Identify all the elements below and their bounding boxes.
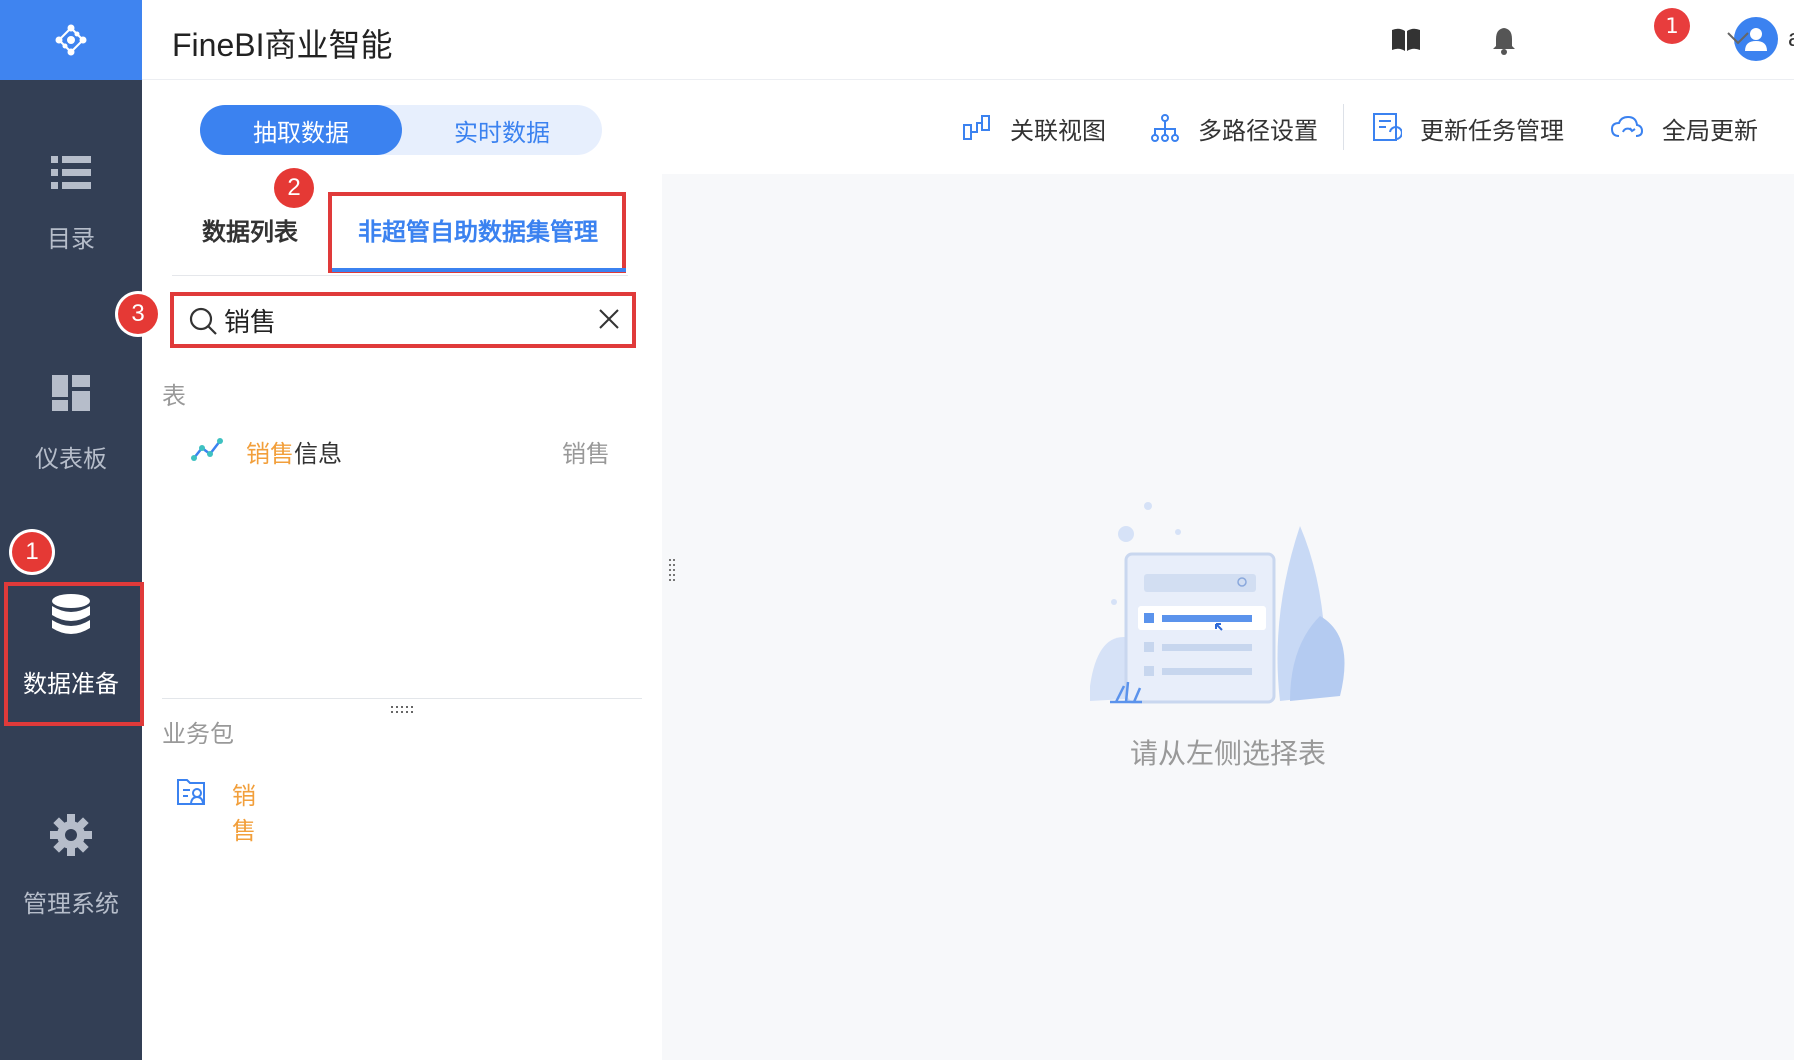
sidebar-item-label: 目录	[47, 225, 95, 253]
tables-section-label: 表	[162, 382, 186, 410]
chevron-down-icon[interactable]	[1726, 30, 1750, 46]
task-refresh-icon	[1373, 113, 1402, 141]
sidebar-item-dashboard[interactable]: 仪表板	[0, 375, 142, 474]
table-package-tag: 销售	[562, 440, 610, 468]
tab-realtime-data[interactable]: 实时数据	[402, 105, 602, 155]
sidebar-item-label: 仪表板	[35, 445, 107, 473]
relation-view-label: 关联视图	[1010, 116, 1106, 145]
section-divider	[162, 698, 642, 699]
table-name-rest: 信息	[294, 440, 342, 468]
multipath-button[interactable]: 多路径设置	[1150, 106, 1318, 150]
tab-self-service-manage[interactable]: 非超管自助数据集管理	[358, 212, 598, 247]
relation-view-button[interactable]: 关联视图	[962, 106, 1106, 150]
username[interactable]: admin	[1788, 25, 1794, 53]
step-marker-2: 2	[274, 168, 314, 208]
update-tasks-label: 更新任务管理	[1420, 116, 1564, 145]
step-marker-3: 3	[118, 294, 158, 334]
table-name: 销售信息	[246, 434, 342, 469]
tab-extract-data[interactable]: 抽取数据	[200, 105, 402, 155]
panel-resize-handle-icon[interactable]	[668, 558, 676, 582]
search-icon	[189, 307, 217, 335]
tab-data-list[interactable]: 数据列表	[202, 212, 298, 247]
table-name-match: 销售	[246, 440, 294, 468]
subtabs-baseline	[172, 275, 628, 276]
header: FineBI商业智能 1 admin	[142, 0, 1794, 80]
search-box	[170, 292, 636, 348]
table-list-item[interactable]: 销售信息 销售	[190, 432, 620, 470]
search-input[interactable]	[224, 302, 574, 338]
dashboard-icon	[52, 375, 90, 411]
packages-section-label: 业务包	[162, 720, 234, 748]
highlight-box-nav	[4, 582, 144, 726]
resize-handle-icon[interactable]	[390, 705, 416, 715]
active-tab-underline	[332, 268, 626, 272]
hierarchy-icon	[1151, 114, 1179, 142]
notification-badge: 1	[1654, 8, 1690, 44]
relation-view-icon	[963, 115, 990, 140]
empty-state-text: 请从左侧选择表	[1130, 737, 1327, 770]
cloud-refresh-icon	[1610, 115, 1644, 137]
toolbar-divider	[1343, 104, 1344, 150]
business-package-icon	[177, 779, 205, 805]
line-chart-icon	[191, 438, 223, 461]
sidebar: 目录 仪表板 数据准备 管理系统	[0, 0, 142, 1060]
data-mode-toggle: 抽取数据 实时数据	[200, 105, 602, 155]
app-title: FineBI商业智能	[172, 27, 393, 63]
book-icon[interactable]	[1388, 22, 1424, 58]
logo[interactable]	[0, 0, 142, 80]
close-icon[interactable]	[598, 308, 620, 330]
global-update-label: 全局更新	[1662, 116, 1758, 145]
list-icon	[51, 156, 91, 189]
bell-icon[interactable]	[1486, 22, 1522, 58]
global-update-button[interactable]: 全局更新	[1610, 106, 1758, 150]
multipath-label: 多路径设置	[1198, 116, 1318, 145]
sidebar-item-label: 管理系统	[23, 890, 119, 918]
logo-icon	[55, 24, 87, 56]
gear-icon	[50, 814, 92, 856]
sidebar-item-admin[interactable]: 管理系统	[0, 814, 142, 919]
package-name: 销售	[232, 782, 256, 845]
sidebar-item-catalog[interactable]: 目录	[0, 155, 142, 254]
empty-state-illustration	[1090, 502, 1345, 704]
step-marker-1: 1	[12, 532, 52, 572]
update-tasks-button[interactable]: 更新任务管理	[1372, 106, 1564, 150]
